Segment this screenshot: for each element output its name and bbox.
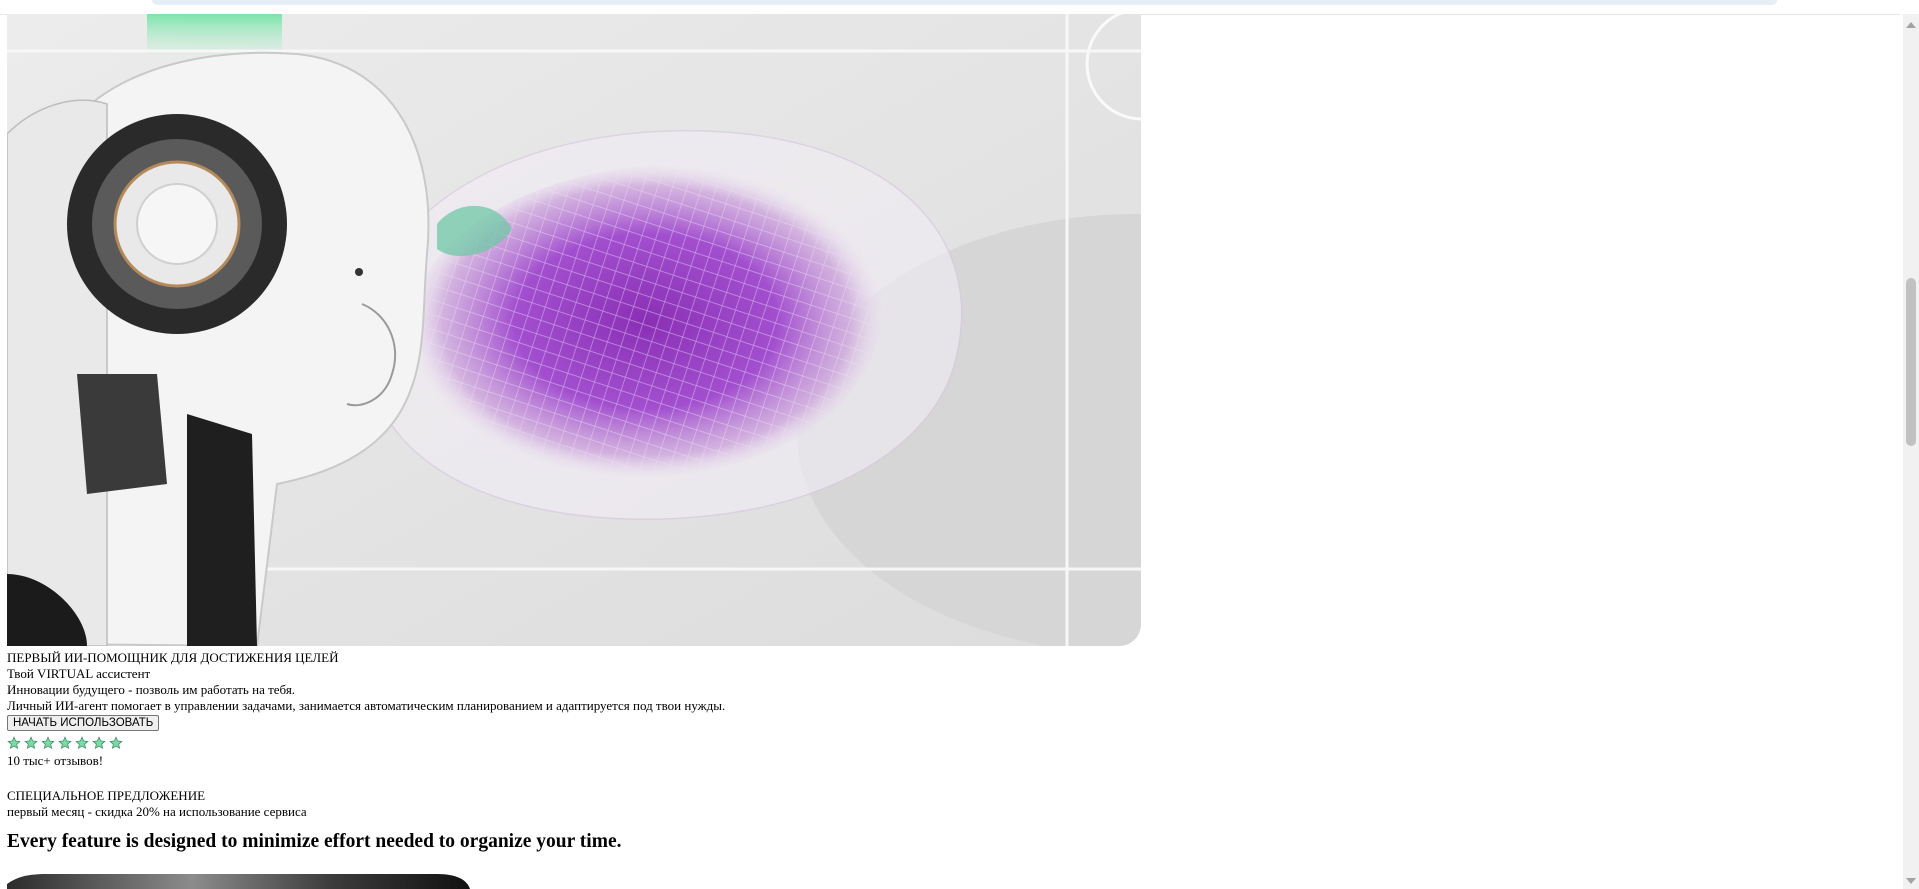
star-icon xyxy=(109,736,123,750)
hero-illustration xyxy=(7,14,1141,646)
hero-image xyxy=(7,14,1141,646)
star-icon xyxy=(92,736,106,750)
star-icon xyxy=(58,736,72,750)
features-headline: Every feature is designed to minimize ef… xyxy=(7,831,622,852)
intro-section: ПЕРВЫЙ ИИ-ПОМОЩНИК ДЛЯ ДОСТИЖЕНИЯ ЦЕЛЕЙ … xyxy=(7,650,1887,854)
star-icon xyxy=(75,736,89,750)
next-section-image-top xyxy=(7,874,470,889)
star-icon xyxy=(41,736,55,750)
star-icon xyxy=(7,736,21,750)
hero-title: Твой VIRTUAL ассистент xyxy=(7,666,151,681)
scroll-up-arrow-icon[interactable] xyxy=(1906,22,1916,28)
start-using-button[interactable]: НАЧАТЬ ИСПОЛЬЗОВАТЬ xyxy=(7,715,160,731)
browser-top-bar xyxy=(0,0,1900,15)
star-icon xyxy=(24,736,38,750)
scrollbar-thumb[interactable] xyxy=(1906,278,1916,446)
vertical-scrollbar[interactable] xyxy=(1903,14,1919,889)
offer-title: СПЕЦИАЛЬНОЕ ПРЕДЛОЖЕНИЕ xyxy=(7,788,206,803)
reviews-count: 10 тыс+ отзывов! xyxy=(7,753,104,768)
rating-stars xyxy=(7,736,1887,751)
address-bar-edge xyxy=(152,0,1777,5)
next-section-image xyxy=(7,874,470,889)
hero-tagline: ПЕРВЫЙ ИИ-ПОМОЩНИК ДЛЯ ДОСТИЖЕНИЯ ЦЕЛЕЙ xyxy=(7,650,339,665)
hero-subtitle: Инновации будущего - позволь им работать… xyxy=(7,682,296,697)
scroll-down-arrow-icon[interactable] xyxy=(1906,878,1916,884)
hero-description: Личный ИИ-агент помогает в управлении за… xyxy=(7,698,726,713)
offer-text: первый месяц - скидка 20% на использован… xyxy=(7,804,307,819)
